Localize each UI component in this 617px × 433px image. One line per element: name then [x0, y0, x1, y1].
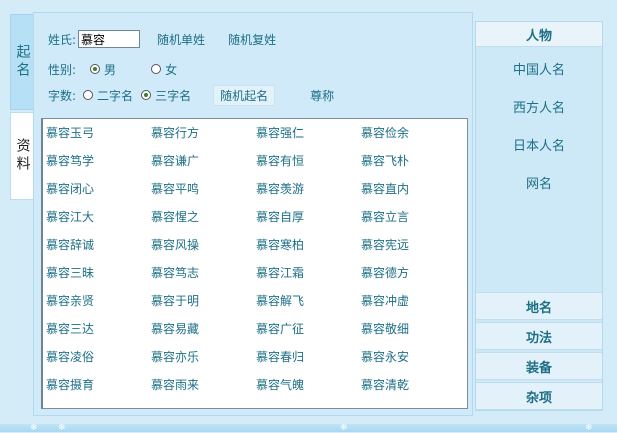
name-item[interactable]: 慕容冲虚 [361, 291, 466, 319]
snowflake-icon: ❄ [58, 423, 66, 433]
name-item[interactable]: 慕容亦乐 [151, 347, 256, 375]
name-item[interactable]: 慕容宪远 [361, 235, 466, 263]
name-item[interactable]: 慕容平鸣 [151, 179, 256, 207]
name-item[interactable]: 慕容强仁 [256, 123, 361, 151]
name-item[interactable]: 慕容解飞 [256, 291, 361, 319]
name-item[interactable]: 慕容永安 [361, 347, 466, 375]
name-item[interactable]: 慕容三昧 [46, 263, 151, 291]
surname-row: 姓氏: 随机单姓 随机复姓 [48, 30, 276, 48]
length-two-char-label: 二字名 [97, 88, 134, 103]
gender-label: 性别: [48, 62, 77, 77]
tab-reference-label: 资料 [14, 138, 31, 174]
gender-row: 性别: 男 女 [48, 60, 177, 78]
gender-male-radio[interactable]: 男 [90, 61, 116, 78]
name-item[interactable]: 慕容羡游 [256, 179, 361, 207]
length-label: 字数: [48, 88, 77, 103]
name-item[interactable]: 慕容敬细 [361, 319, 466, 347]
name-item[interactable]: 慕容谦广 [151, 151, 256, 179]
name-item[interactable]: 慕容亲贤 [46, 291, 151, 319]
name-item[interactable]: 慕容俭余 [361, 123, 466, 151]
sidebar-header-people[interactable]: 人物 [476, 22, 602, 47]
bottom-decoration: ❄ ❄ ❄ ❄ [0, 423, 617, 433]
sidebar-category-skills[interactable]: 功法 [476, 322, 602, 350]
snowflake-icon: ❄ [585, 423, 593, 433]
sidebar-category-misc[interactable]: 杂项 [476, 382, 602, 410]
name-item[interactable]: 慕容玉弓 [46, 123, 151, 151]
name-item[interactable]: 慕容广征 [256, 319, 361, 347]
random-single-surname-button[interactable]: 随机单姓 [157, 31, 205, 48]
name-item[interactable]: 慕容飞朴 [361, 151, 466, 179]
sidebar-item-net-names[interactable]: 网名 [476, 163, 602, 201]
name-item[interactable]: 慕容直内 [361, 179, 466, 207]
name-item[interactable]: 慕容德方 [361, 263, 466, 291]
radio-unselected-icon [151, 64, 162, 74]
length-two-char-radio[interactable]: 二字名 [83, 87, 133, 104]
random-compound-surname-button[interactable]: 随机复姓 [228, 31, 276, 48]
radio-unselected-icon [83, 90, 94, 100]
snowflake-icon: ❄ [30, 423, 38, 433]
tab-reference[interactable]: 资料 [10, 112, 34, 200]
name-item[interactable]: 慕容易藏 [151, 319, 256, 347]
name-item[interactable]: 慕容惺之 [151, 207, 256, 235]
length-three-char-radio[interactable]: 三字名 [141, 87, 191, 104]
name-item[interactable]: 慕容立言 [361, 207, 466, 235]
gender-female-radio[interactable]: 女 [151, 61, 177, 78]
honorific-link[interactable]: 尊称 [310, 87, 334, 104]
name-item[interactable]: 慕容江大 [46, 207, 151, 235]
names-list: 慕容玉弓 慕容行方 慕容强仁 慕容俭余慕容笃学 慕容谦广 慕容有恒 慕容飞朴慕容闭心 慕容平鸣… [41, 118, 468, 409]
sidebar-categories: 地名 功法 装备 杂项 [476, 290, 602, 410]
length-three-char-label: 三字名 [155, 88, 192, 103]
gender-female-label: 女 [165, 62, 178, 77]
tab-naming-label: 起名 [14, 44, 31, 80]
name-item[interactable]: 慕容三达 [46, 319, 151, 347]
name-item[interactable]: 慕容摄育 [46, 375, 151, 403]
tab-naming[interactable]: 起名 [10, 14, 34, 110]
name-item[interactable]: 慕容气魄 [256, 375, 361, 403]
name-item[interactable]: 慕容江霜 [256, 263, 361, 291]
name-item[interactable]: 慕容凌俗 [46, 347, 151, 375]
random-name-button[interactable]: 随机起名 [213, 84, 276, 106]
names-grid: 慕容玉弓 慕容行方 慕容强仁 慕容俭余慕容笃学 慕容谦广 慕容有恒 慕容飞朴慕容闭心 慕容平鸣… [46, 123, 466, 403]
category-sidebar: 人物 中国人名 西方人名 日本人名 网名 地名 功法 装备 杂项 [475, 21, 603, 411]
name-item[interactable]: 慕容笃学 [46, 151, 151, 179]
snowflake-icon: ❄ [340, 423, 348, 433]
name-item[interactable]: 慕容自厚 [256, 207, 361, 235]
sidebar-item-japanese-names[interactable]: 日本人名 [476, 125, 602, 163]
surname-input[interactable] [78, 30, 141, 48]
name-item[interactable]: 慕容辞诚 [46, 235, 151, 263]
surname-label: 姓氏: [48, 32, 77, 47]
name-item[interactable]: 慕容春归 [256, 347, 361, 375]
name-item[interactable]: 慕容闭心 [46, 179, 151, 207]
sidebar-category-places[interactable]: 地名 [476, 292, 602, 320]
name-item[interactable]: 慕容笃志 [151, 263, 256, 291]
name-item[interactable]: 慕容风操 [151, 235, 256, 263]
radio-selected-icon [141, 90, 152, 100]
sidebar-item-chinese-names[interactable]: 中国人名 [476, 49, 602, 87]
name-item[interactable]: 慕容有恒 [256, 151, 361, 179]
name-item[interactable]: 慕容行方 [151, 123, 256, 151]
name-item[interactable]: 慕容寒柏 [256, 235, 361, 263]
gender-male-label: 男 [104, 62, 117, 77]
sidebar-item-western-names[interactable]: 西方人名 [476, 87, 602, 125]
sidebar-category-equipment[interactable]: 装备 [476, 352, 602, 380]
name-item[interactable]: 慕容于明 [151, 291, 256, 319]
name-item[interactable]: 慕容清乾 [361, 375, 466, 403]
radio-selected-icon [90, 64, 101, 74]
length-row: 字数: 二字名 三字名 随机起名 尊称 [48, 84, 334, 106]
name-item[interactable]: 慕容雨来 [151, 375, 256, 403]
